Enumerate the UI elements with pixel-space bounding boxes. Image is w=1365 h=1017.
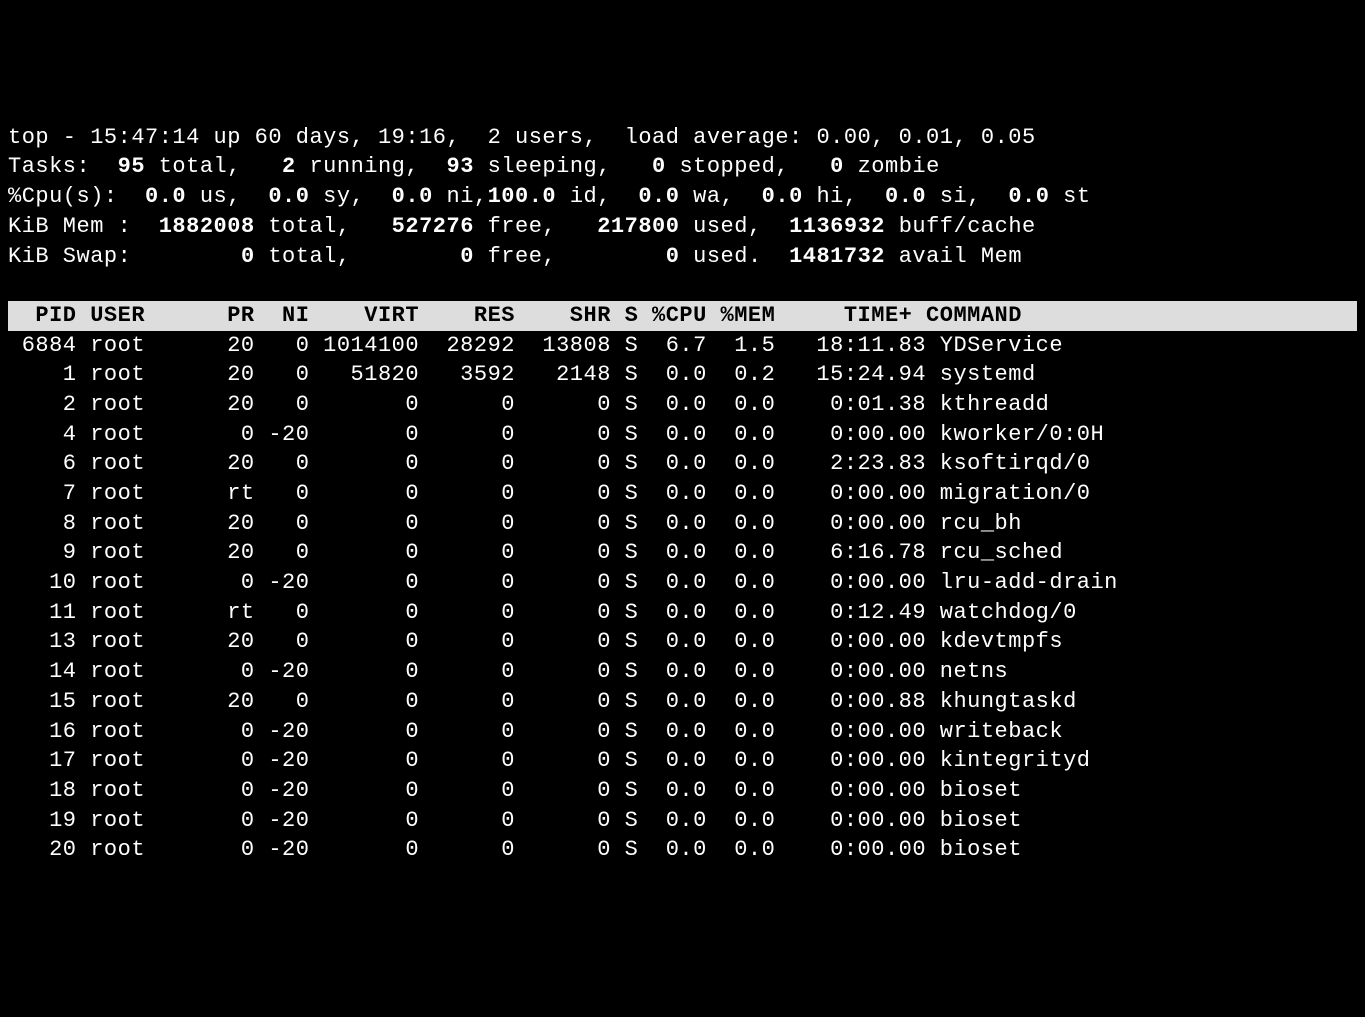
process-row[interactable]: 20 root 0 -20 0 0 0 S 0.0 0.0 0:00.00 bi… — [8, 835, 1357, 865]
column-headers[interactable]: PID USER PR NI VIRT RES SHR S %CPU %MEM … — [8, 301, 1357, 331]
process-row[interactable]: 9 root 20 0 0 0 0 S 0.0 0.0 6:16.78 rcu_… — [8, 538, 1357, 568]
summary-line-tasks: Tasks: 95 total, 2 running, 93 sleeping,… — [8, 152, 1357, 182]
process-row[interactable]: 7 root rt 0 0 0 0 S 0.0 0.0 0:00.00 migr… — [8, 479, 1357, 509]
process-row[interactable]: 10 root 0 -20 0 0 0 S 0.0 0.0 0:00.00 lr… — [8, 568, 1357, 598]
process-row[interactable]: 17 root 0 -20 0 0 0 S 0.0 0.0 0:00.00 ki… — [8, 746, 1357, 776]
process-row[interactable]: 2 root 20 0 0 0 0 S 0.0 0.0 0:01.38 kthr… — [8, 390, 1357, 420]
process-row[interactable]: 8 root 20 0 0 0 0 S 0.0 0.0 0:00.00 rcu_… — [8, 509, 1357, 539]
summary-line-mem: KiB Mem : 1882008 total, 527276 free, 21… — [8, 212, 1357, 242]
header-text: PID USER PR NI VIRT RES SHR S %CPU %MEM … — [8, 303, 1323, 328]
summary-line-cpu: %Cpu(s): 0.0 us, 0.0 sy, 0.0 ni,100.0 id… — [8, 182, 1357, 212]
process-row[interactable]: 13 root 20 0 0 0 0 S 0.0 0.0 0:00.00 kde… — [8, 627, 1357, 657]
summary-line-swap: KiB Swap: 0 total, 0 free, 0 used. 14817… — [8, 242, 1357, 272]
blank-line — [8, 271, 1357, 301]
process-row[interactable]: 6884 root 20 0 1014100 28292 13808 S 6.7… — [8, 331, 1357, 361]
process-row[interactable]: 14 root 0 -20 0 0 0 S 0.0 0.0 0:00.00 ne… — [8, 657, 1357, 687]
process-row[interactable]: 15 root 20 0 0 0 0 S 0.0 0.0 0:00.88 khu… — [8, 687, 1357, 717]
process-row[interactable]: 4 root 0 -20 0 0 0 S 0.0 0.0 0:00.00 kwo… — [8, 420, 1357, 450]
process-row[interactable]: 1 root 20 0 51820 3592 2148 S 0.0 0.2 15… — [8, 360, 1357, 390]
process-row[interactable]: 18 root 0 -20 0 0 0 S 0.0 0.0 0:00.00 bi… — [8, 776, 1357, 806]
process-list[interactable]: 6884 root 20 0 1014100 28292 13808 S 6.7… — [8, 331, 1357, 865]
summary-line-uptime: top - 15:47:14 up 60 days, 19:16, 2 user… — [8, 123, 1357, 153]
top-terminal[interactable]: top - 15:47:14 up 60 days, 19:16, 2 user… — [8, 123, 1357, 865]
process-row[interactable]: 19 root 0 -20 0 0 0 S 0.0 0.0 0:00.00 bi… — [8, 806, 1357, 836]
process-row[interactable]: 16 root 0 -20 0 0 0 S 0.0 0.0 0:00.00 wr… — [8, 717, 1357, 747]
process-row[interactable]: 11 root rt 0 0 0 0 S 0.0 0.0 0:12.49 wat… — [8, 598, 1357, 628]
process-row[interactable]: 6 root 20 0 0 0 0 S 0.0 0.0 2:23.83 ksof… — [8, 449, 1357, 479]
